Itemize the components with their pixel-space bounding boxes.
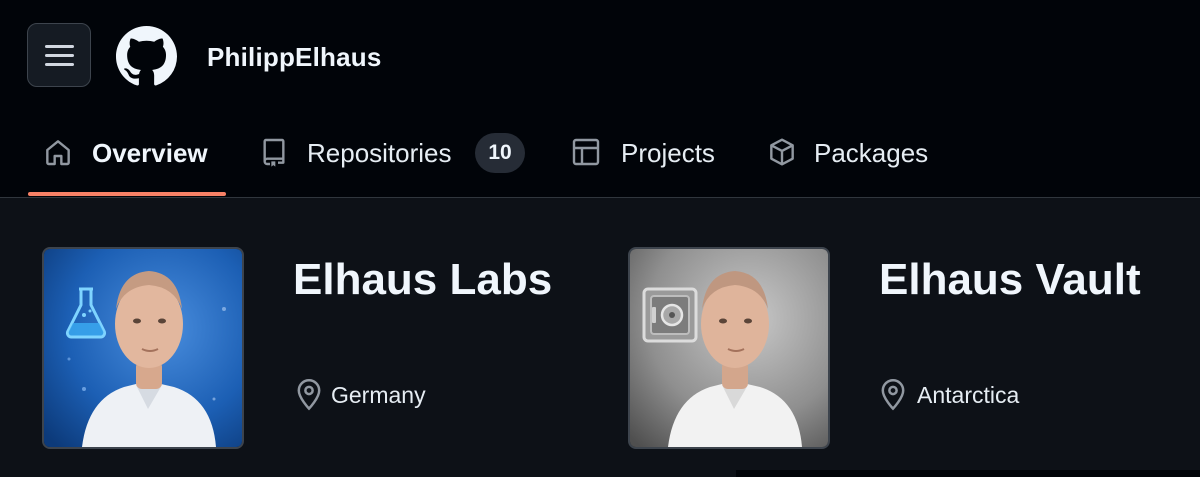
vault-safe-icon xyxy=(642,287,698,343)
home-icon xyxy=(46,140,70,166)
tab-overview-label: Overview xyxy=(92,138,208,168)
active-tab-indicator xyxy=(28,192,226,196)
hamburger-icon-line xyxy=(45,54,74,57)
profile-username[interactable]: PhilippElhaus xyxy=(207,42,382,73)
location-pin-icon xyxy=(297,379,321,411)
tab-packages-label: Packages xyxy=(814,138,929,168)
location-pin-icon xyxy=(881,379,905,411)
hamburger-icon-line xyxy=(45,63,74,66)
menu-button[interactable] xyxy=(27,23,91,87)
org-avatar-labs[interactable] xyxy=(42,247,244,449)
divider xyxy=(736,470,1200,477)
org-location-labs: Germany xyxy=(331,382,426,408)
app-header: PhilippElhaus Overview Repositories 10 P xyxy=(0,0,1200,198)
flask-icon xyxy=(66,287,106,339)
repo-icon xyxy=(263,138,285,167)
avatar xyxy=(630,249,828,447)
tab-overview[interactable]: Overview xyxy=(42,118,226,198)
hamburger-icon xyxy=(45,45,74,48)
profile-tabs: Overview Repositories 10 Projects Packag… xyxy=(0,118,1200,198)
org-name-labs[interactable]: Elhaus Labs xyxy=(293,255,552,305)
avatar xyxy=(44,249,242,447)
tab-projects-label: Projects xyxy=(621,138,715,168)
repositories-count-badge: 10 xyxy=(475,133,525,173)
org-location-vault: Antarctica xyxy=(917,382,1020,408)
tab-projects[interactable]: Projects xyxy=(570,118,720,198)
tab-packages[interactable]: Packages xyxy=(766,118,930,198)
package-icon xyxy=(770,138,794,166)
github-octocat-icon[interactable] xyxy=(116,26,177,87)
org-name-vault[interactable]: Elhaus Vault xyxy=(879,255,1141,305)
table-icon xyxy=(572,138,600,166)
org-avatar-vault[interactable] xyxy=(628,247,830,449)
tab-repositories-label: Repositories xyxy=(307,138,452,168)
